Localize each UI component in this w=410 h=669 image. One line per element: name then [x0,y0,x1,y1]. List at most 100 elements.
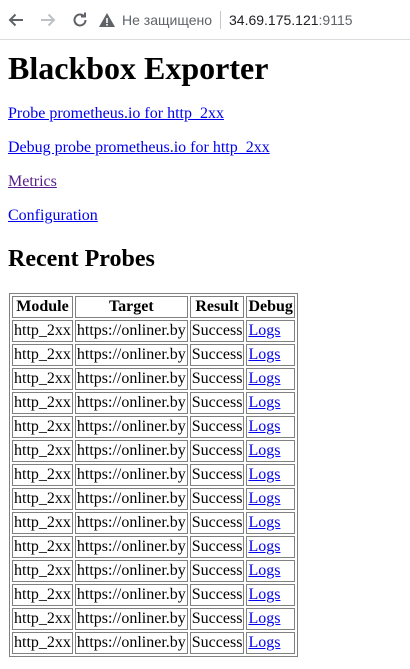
cell-debug: Logs [246,584,295,606]
cell-debug: Logs [246,464,295,486]
cell-debug: Logs [246,320,295,342]
arrow-right-icon [41,13,56,26]
logs-link[interactable]: Logs [248,610,280,627]
logs-link[interactable]: Logs [248,394,280,411]
cell-target: https://onliner.by [74,488,188,510]
logs-link[interactable]: Logs [248,442,280,459]
cell-module: http_2xx [12,464,73,486]
cell-result: Success [189,632,245,654]
logs-link[interactable]: Logs [248,634,280,651]
forward-button[interactable] [32,0,64,40]
table-row: http_2xx https://onliner.by Success Logs [12,488,295,510]
metrics-link[interactable]: Metrics [8,173,57,190]
cell-result: Success [189,464,245,486]
cell-result: Success [189,536,245,558]
back-button[interactable] [0,0,32,40]
arrow-left-icon [8,13,23,26]
column-header-debug: Debug [246,296,295,318]
cell-target: https://onliner.by [74,416,188,438]
table-row: http_2xx https://onliner.by Success Logs [12,368,295,390]
table-row: http_2xx https://onliner.by Success Logs [12,392,295,414]
reload-button[interactable] [64,0,96,40]
table-row: http_2xx https://onliner.by Success Logs [12,416,295,438]
cell-result: Success [189,416,245,438]
cell-module: http_2xx [12,416,73,438]
cell-debug: Logs [246,392,295,414]
recent-probes-heading: Recent Probes [8,246,155,272]
column-header-target: Target [74,296,188,318]
cell-target: https://onliner.by [74,368,188,390]
cell-target: https://onliner.by [74,608,188,630]
address-separator [220,10,221,29]
table-header-row: Module Target Result Debug [12,296,295,318]
column-header-module: Module [12,296,73,318]
logs-link[interactable]: Logs [248,538,280,555]
cell-target: https://onliner.by [74,320,188,342]
table-row: http_2xx https://onliner.by Success Logs [12,512,295,534]
cell-target: https://onliner.by [74,392,188,414]
column-header-result: Result [189,296,245,318]
cell-result: Success [189,440,245,462]
probe-link[interactable]: Probe prometheus.io for http_2xx [8,105,224,122]
cell-module: http_2xx [12,512,73,534]
table-row: http_2xx https://onliner.by Success Logs [12,464,295,486]
cell-module: http_2xx [12,392,73,414]
cell-target: https://onliner.by [74,464,188,486]
reload-icon [73,12,87,26]
table-row: http_2xx https://onliner.by Success Logs [12,344,295,366]
cell-module: http_2xx [12,488,73,510]
cell-debug: Logs [246,632,295,654]
cell-target: https://onliner.by [74,344,188,366]
cell-target: https://onliner.by [74,440,188,462]
configuration-link[interactable]: Configuration [8,207,98,224]
table-row: http_2xx https://onliner.by Success Logs [12,608,295,630]
cell-result: Success [189,584,245,606]
table-row: http_2xx https://onliner.by Success Logs [12,536,295,558]
cell-target: https://onliner.by [74,560,188,582]
table-row: http_2xx https://onliner.by Success Logs [12,320,295,342]
cell-debug: Logs [246,560,295,582]
cell-module: http_2xx [12,368,73,390]
cell-module: http_2xx [12,560,73,582]
cell-result: Success [189,320,245,342]
logs-link[interactable]: Logs [248,562,280,579]
logs-link[interactable]: Logs [248,586,280,603]
cell-module: http_2xx [12,632,73,654]
logs-link[interactable]: Logs [248,490,280,507]
logs-link[interactable]: Logs [248,466,280,483]
cell-result: Success [189,512,245,534]
browser-toolbar: Не защищено 34.69.175.121:9115 [0,0,410,40]
cell-result: Success [189,560,245,582]
cell-debug: Logs [246,488,295,510]
logs-link[interactable]: Logs [248,322,280,339]
cell-debug: Logs [246,440,295,462]
table-row: http_2xx https://onliner.by Success Logs [12,440,295,462]
cell-result: Success [189,344,245,366]
cell-result: Success [189,488,245,510]
table-row: http_2xx https://onliner.by Success Logs [12,560,295,582]
url-port: :9115 [318,11,353,28]
warning-icon [99,12,115,27]
cell-module: http_2xx [12,536,73,558]
table-row: http_2xx https://onliner.by Success Logs [12,632,295,654]
logs-link[interactable]: Logs [248,370,280,387]
address-bar[interactable]: Не защищено 34.69.175.121:9115 [98,0,353,40]
recent-probes-table: Module Target Result Debug http_2xx https… [9,293,298,657]
url-host: 34.69.175.121 [229,11,319,28]
logs-link[interactable]: Logs [248,418,280,435]
cell-debug: Logs [246,536,295,558]
cell-target: https://onliner.by [74,512,188,534]
cell-module: http_2xx [12,584,73,606]
cell-debug: Logs [246,416,295,438]
cell-debug: Logs [246,512,295,534]
logs-link[interactable]: Logs [248,514,280,531]
cell-module: http_2xx [12,608,73,630]
debug-probe-link[interactable]: Debug probe prometheus.io for http_2xx [8,139,270,156]
page-content: Blackbox Exporter Probe prometheus.io fo… [0,50,410,657]
security-label[interactable]: Не защищено [122,12,212,28]
cell-module: http_2xx [12,320,73,342]
cell-target: https://onliner.by [74,536,188,558]
cell-module: http_2xx [12,344,73,366]
cell-target: https://onliner.by [74,584,188,606]
logs-link[interactable]: Logs [248,346,280,363]
